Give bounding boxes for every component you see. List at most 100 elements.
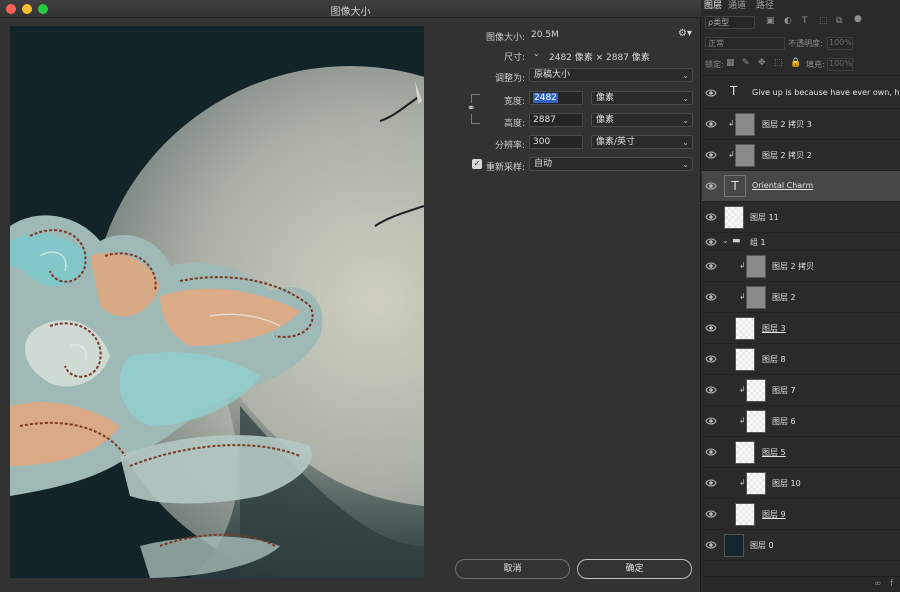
eye-icon[interactable] [705, 150, 717, 160]
layer-row[interactable]: 图层 5 [702, 437, 900, 468]
filter-kind-value: ρ类型 [708, 18, 730, 27]
pixel-filter-icon[interactable]: ▣ [766, 16, 775, 26]
layer-row[interactable]: 图层 8 [702, 344, 900, 375]
fx-icon[interactable]: f [890, 579, 893, 589]
eye-icon[interactable] [705, 237, 717, 247]
chevron-down-icon[interactable]: ⌄ [722, 236, 729, 245]
height-label: 高度: [503, 119, 525, 129]
layer-thumbnail [735, 348, 755, 371]
opacity-label: 不透明度: [788, 39, 823, 48]
layer-name: 图层 2 [772, 293, 796, 302]
resolution-unit-value: 像素/英寸 [596, 137, 636, 147]
resample-dropdown[interactable]: 自动 ⌄ [529, 157, 693, 171]
layer-name: 图层 2 拷贝 2 [762, 151, 812, 160]
layer-thumbnail [724, 206, 744, 229]
eye-icon[interactable] [705, 447, 717, 457]
eye-icon[interactable] [705, 323, 717, 333]
layer-name: 图层 3 [762, 324, 786, 333]
layer-row[interactable]: ↲ 图层 2 拷贝 3 [702, 109, 900, 140]
height-input[interactable]: 2887 [529, 113, 583, 127]
gear-icon[interactable]: ⚙▾ [678, 28, 692, 39]
layer-row[interactable]: ↲ 图层 6 [702, 406, 900, 437]
resolution-unit-dropdown[interactable]: 像素/英寸 ⌄ [591, 135, 693, 149]
eye-icon[interactable] [705, 354, 717, 364]
lock-artboard-icon[interactable]: ⬚ [774, 58, 783, 68]
layer-row[interactable]: ↲ 图层 2 拷贝 [702, 251, 900, 282]
tab-layers[interactable]: 图层 [704, 0, 722, 11]
eye-icon[interactable] [705, 416, 717, 426]
eye-icon[interactable] [705, 292, 717, 302]
dialog-title: 图像大小 [330, 7, 371, 18]
shape-filter-icon[interactable]: ⬚ [819, 16, 828, 26]
divider [702, 75, 900, 76]
ok-button[interactable]: 确定 [577, 559, 692, 579]
blend-row: 正常 不透明度: 100% [702, 35, 900, 52]
eye-icon[interactable] [705, 119, 717, 129]
layer-row[interactable]: ↲ 图层 2 拷贝 2 [702, 140, 900, 171]
resample-checkbox[interactable]: ✓ [472, 159, 482, 169]
cancel-button[interactable]: 取消 [455, 559, 570, 579]
text-layer-icon: T [730, 84, 738, 98]
layer-name: Oriental Charm [752, 181, 814, 190]
layer-row[interactable]: 图层 3 [702, 313, 900, 344]
blend-mode-dropdown[interactable]: 正常 [705, 37, 785, 50]
layer-row[interactable]: 图层 9 [702, 499, 900, 530]
layer-row[interactable]: ↲ 图层 2 [702, 282, 900, 313]
smart-object-filter-icon[interactable]: ⧉ [836, 16, 842, 26]
dialog-titlebar: 图像大小 [0, 0, 701, 18]
text-filter-icon[interactable]: T [802, 16, 808, 26]
filter-row: ρ类型 ▣ ◐ T ⬚ ⧉ ● [702, 14, 900, 31]
fill-value: 100% [829, 59, 852, 68]
panel-tabs: 图层 通道 路径 [702, 0, 900, 11]
layer-row[interactable]: ↲ 图层 7 [702, 375, 900, 406]
layer-name: 图层 5 [762, 448, 786, 457]
link-layers-icon[interactable]: ∞ [874, 579, 882, 589]
width-input[interactable]: 2482 [529, 91, 583, 105]
tab-paths[interactable]: 路径 [756, 0, 774, 11]
layer-row-selected[interactable]: T Oriental Charm [702, 171, 900, 202]
layer-name: Give up is because have ever own, hap [752, 88, 900, 97]
layer-row[interactable]: 图层 11 [702, 202, 900, 233]
eye-icon[interactable] [705, 540, 717, 550]
opacity-input[interactable]: 100% [827, 37, 853, 50]
lock-position-icon[interactable]: ✥ [758, 58, 766, 68]
layer-row[interactable]: 图层 0 [702, 530, 900, 561]
filter-kind-dropdown[interactable]: ρ类型 [705, 16, 755, 29]
eye-icon[interactable] [705, 261, 717, 271]
fit-to-label: 调整为: [494, 74, 525, 84]
layer-thumbnail [746, 255, 766, 278]
chevron-down-icon: ⌄ [682, 71, 689, 80]
adjustment-filter-icon[interactable]: ◐ [784, 16, 792, 26]
resolution-input[interactable]: 300 [529, 135, 583, 149]
panel-footer: ∞ f [702, 576, 900, 592]
eye-icon[interactable] [705, 88, 717, 98]
chevron-down-icon: ⌄ [682, 160, 689, 169]
group-row[interactable]: ⌄ ▬ 组 1 [702, 233, 900, 251]
tab-channels[interactable]: 通道 [728, 0, 746, 11]
filter-toggle-icon[interactable]: ● [854, 14, 862, 24]
lock-label: 锁定: [705, 60, 724, 69]
clipping-arrow-icon: ↲ [739, 261, 746, 270]
width-label: 宽度: [503, 97, 525, 107]
lock-paint-icon[interactable]: ✎ [742, 58, 750, 68]
layer-row[interactable]: T Give up is because have ever own, hap [702, 78, 900, 109]
image-size-dialog: 图像大小 图像大小: 20.5M ⚙▾ 尺寸: ⌄ 2482 像素 × 2887… [0, 0, 701, 592]
layer-thumbnail [735, 503, 755, 526]
eye-icon[interactable] [705, 478, 717, 488]
eye-icon[interactable] [705, 212, 717, 222]
clipping-arrow-icon: ↲ [739, 416, 746, 425]
eye-icon[interactable] [705, 385, 717, 395]
eye-icon[interactable] [705, 181, 717, 191]
height-unit-dropdown[interactable]: 像素 ⌄ [591, 113, 693, 127]
width-unit-dropdown[interactable]: 像素 ⌄ [591, 91, 693, 105]
image-preview[interactable] [10, 26, 424, 578]
fill-input[interactable]: 100% [827, 58, 853, 71]
lock-all-icon[interactable]: 🔒 [790, 58, 801, 68]
layer-row[interactable]: ↲ 图层 10 [702, 468, 900, 499]
lock-transparency-icon[interactable]: ▦ [726, 58, 735, 68]
chevron-down-icon[interactable]: ⌄ [533, 49, 540, 58]
fit-to-dropdown[interactable]: 原稿大小 ⌄ [529, 68, 693, 82]
fill-label: 填充: [806, 60, 825, 69]
eye-icon[interactable] [705, 509, 717, 519]
layer-name: 图层 2 拷贝 3 [762, 120, 812, 129]
